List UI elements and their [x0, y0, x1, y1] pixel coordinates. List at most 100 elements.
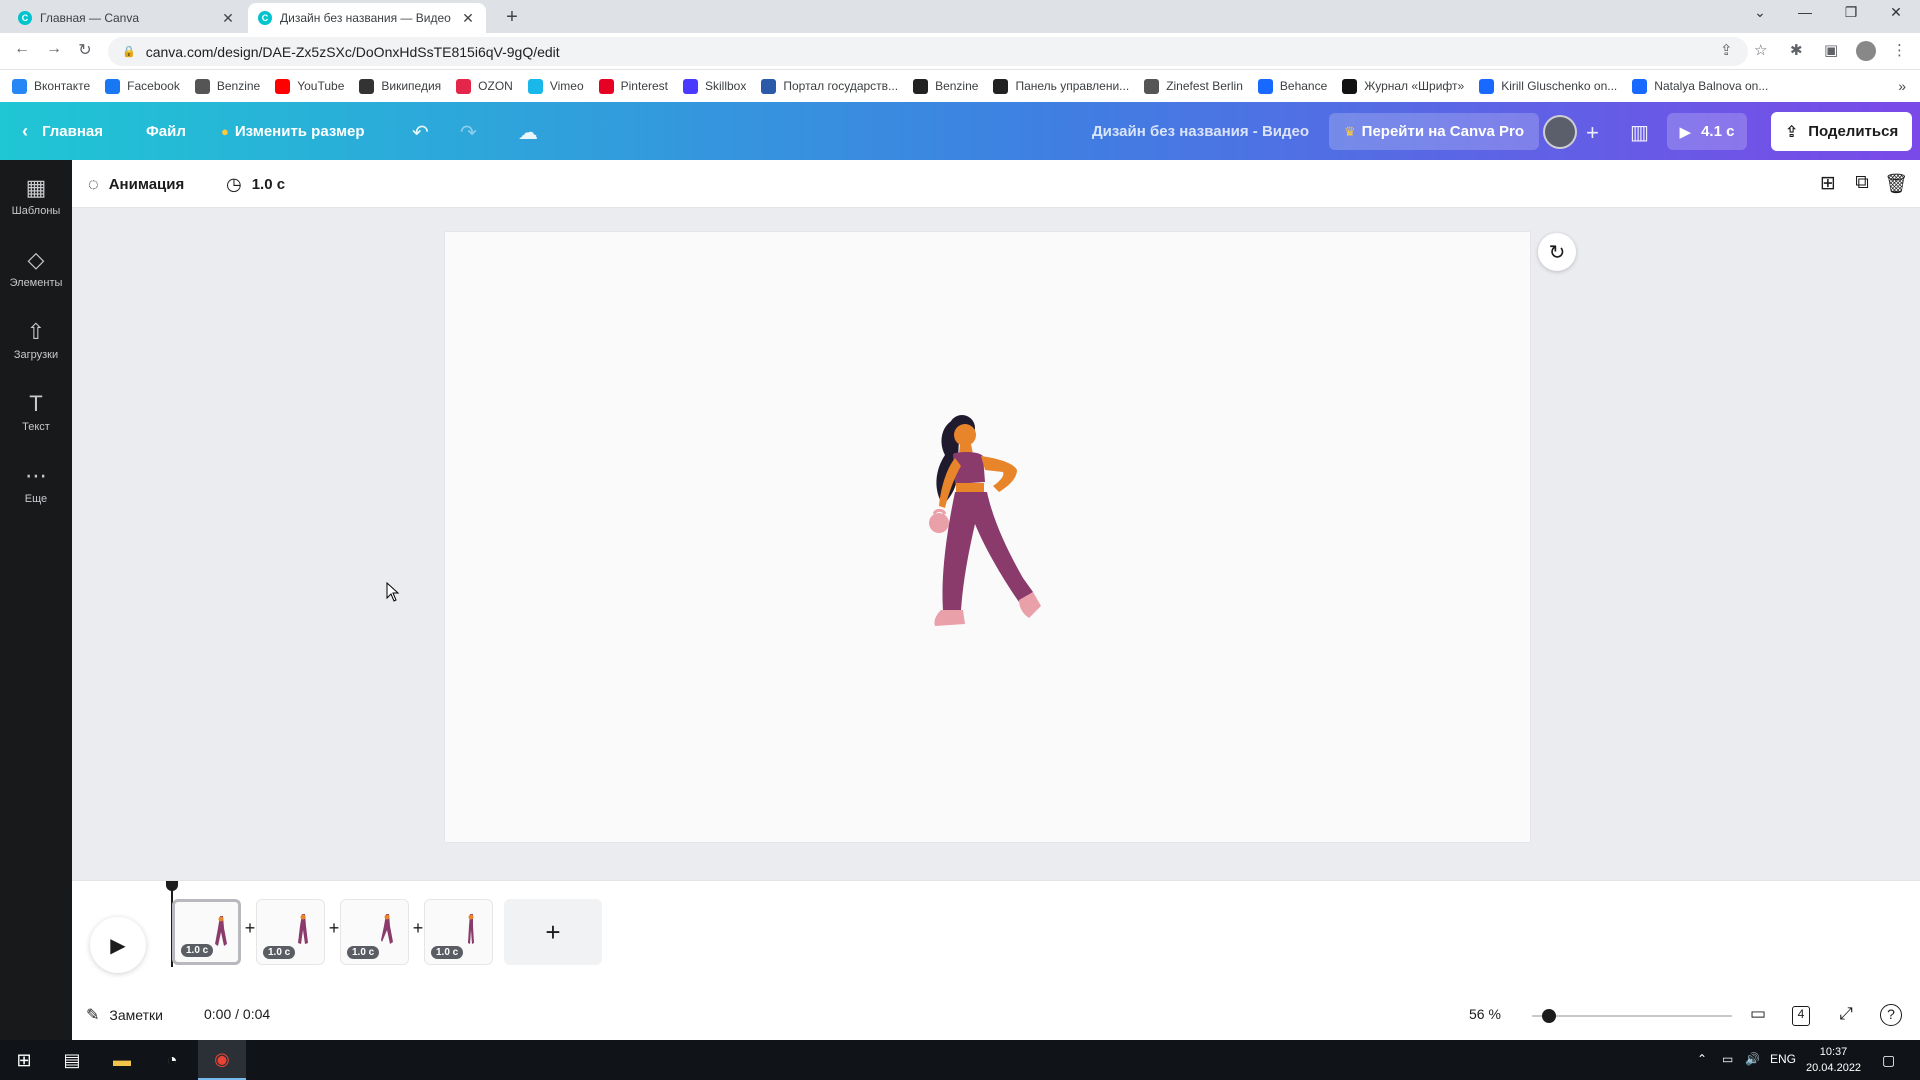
bookmark-star-icon[interactable]: ☆: [1754, 41, 1767, 59]
bookmark-item[interactable]: Журнал «Шрифт»: [1342, 78, 1464, 94]
close-icon[interactable]: ✕: [220, 10, 236, 27]
browser-tabstrip: C Главная — Canva ✕ C Дизайн без названи…: [0, 0, 1920, 33]
bookmark-item[interactable]: Skillbox: [683, 78, 746, 94]
pages-grid-button[interactable]: 4: [1792, 1006, 1810, 1026]
bookmark-item[interactable]: Портал государств...: [761, 78, 899, 94]
minimize-button[interactable]: —: [1785, 4, 1825, 20]
bookmark-item[interactable]: Facebook: [105, 78, 180, 94]
share-button[interactable]: ⇪ Поделиться: [1771, 112, 1912, 151]
back-icon[interactable]: ←: [11, 40, 33, 58]
zoom-slider-handle[interactable]: [1542, 1009, 1556, 1023]
resize-button[interactable]: ● Изменить размер: [221, 102, 365, 160]
timeline-clip-3[interactable]: 1.0 с: [340, 899, 409, 965]
design-title[interactable]: Дизайн без названия - Видео: [1092, 102, 1309, 160]
bookmark-label: Портал государств...: [783, 79, 899, 93]
fullscreen-icon[interactable]: ⤢: [1834, 1004, 1858, 1024]
vk-icon: [12, 78, 27, 94]
bookmark-item[interactable]: Benzine: [194, 78, 260, 94]
notes-button[interactable]: ✎ Заметки: [86, 1005, 163, 1025]
tray-overflow-icon[interactable]: ⌃: [1697, 1052, 1707, 1066]
new-tab-button[interactable]: +: [500, 6, 524, 29]
bookmark-item[interactable]: Википедия: [359, 78, 441, 94]
bookmark-item[interactable]: Панель управлени...: [993, 78, 1130, 94]
refresh-icon[interactable]: ↻: [1538, 233, 1576, 271]
windows-start-icon[interactable]: ⊞: [0, 1040, 48, 1080]
browser-profile-avatar[interactable]: [1856, 41, 1876, 61]
forward-icon[interactable]: →: [43, 40, 65, 58]
present-play-button[interactable]: ▶ 4.1 с: [1667, 113, 1747, 150]
timeline-clip-2[interactable]: 1.0 с: [256, 899, 325, 965]
facebook-icon: [105, 78, 121, 94]
reload-icon[interactable]: ↻: [74, 40, 96, 60]
bookmark-item[interactable]: YouTube: [275, 78, 344, 94]
system-clock[interactable]: 10:37 20.04.2022: [1806, 1044, 1861, 1076]
add-collaborator-icon[interactable]: +: [1586, 120, 1599, 146]
file-menu-button[interactable]: Файл: [146, 102, 186, 160]
sidebar-item-label: Элементы: [9, 277, 63, 289]
timeline-clip-1[interactable]: 1.0 с: [172, 899, 241, 965]
bookmark-item[interactable]: Kirill Gluschenko on...: [1479, 78, 1617, 94]
browser-tab-design[interactable]: C Дизайн без названия — Видео ✕: [248, 3, 486, 33]
home-button[interactable]: ‹ Главная: [22, 102, 103, 160]
zoom-percentage[interactable]: 56 %: [1469, 1006, 1501, 1022]
notifications-icon[interactable]: ▢: [1882, 1052, 1895, 1069]
wix-icon: [993, 78, 1009, 94]
extensions-icon[interactable]: ✱: [1790, 41, 1803, 59]
canva-favicon-icon: C: [18, 11, 32, 25]
sidebar-item-elements[interactable]: ◇ Элементы: [0, 232, 72, 304]
task-view-icon[interactable]: ▤: [48, 1040, 96, 1080]
tab-search-icon[interactable]: ⌄: [1740, 4, 1780, 21]
file-explorer-icon[interactable]: ▬: [98, 1040, 146, 1080]
clip-duration-badge: 1.0 с: [263, 946, 296, 959]
browser-menu-icon[interactable]: ⋮: [1892, 41, 1907, 59]
help-icon[interactable]: ?: [1880, 1004, 1902, 1026]
bookmark-item[interactable]: Zinefest Berlin: [1144, 78, 1243, 94]
timeline-play-button[interactable]: ▶: [90, 917, 146, 973]
chrome-icon[interactable]: ◉: [198, 1040, 246, 1080]
cloud-saved-icon[interactable]: ☁: [518, 120, 538, 145]
input-language[interactable]: ENG: [1770, 1052, 1796, 1066]
bookmark-label: Zinefest Berlin: [1166, 79, 1243, 93]
woman-kettlebell-illustration[interactable]: [905, 410, 1065, 670]
app-icon[interactable]: ◔: [148, 1040, 196, 1080]
sidepanel-icon[interactable]: ▣: [1824, 41, 1838, 59]
zoom-slider[interactable]: [1532, 1015, 1732, 1017]
sidebar-item-label: Шаблоны: [11, 205, 61, 217]
close-icon[interactable]: ✕: [460, 10, 476, 27]
undo-icon[interactable]: ↶: [412, 120, 429, 145]
bookmarks-overflow-icon[interactable]: »: [1898, 78, 1906, 94]
canva-pro-button[interactable]: ♛ Перейти на Canva Pro: [1329, 113, 1540, 150]
timeline-clip-4[interactable]: 1.0 с: [424, 899, 493, 965]
bookmark-item[interactable]: Vimeo: [527, 78, 584, 94]
url-field[interactable]: 🔒 canva.com/design/DAE-Zx5zSXc/DoOnxHdSs…: [108, 37, 1748, 66]
bookmark-item[interactable]: OZON: [456, 78, 513, 94]
insights-icon[interactable]: ▥: [1630, 120, 1649, 145]
redo-icon[interactable]: ↷: [460, 120, 477, 145]
volume-icon[interactable]: 🔊: [1745, 1052, 1760, 1066]
close-window-button[interactable]: ✕: [1876, 4, 1916, 21]
sidebar-item-text[interactable]: T Текст: [0, 376, 72, 448]
bookmark-label: Natalya Balnova on...: [1654, 79, 1769, 93]
animation-button[interactable]: ◌ Анимация: [88, 160, 184, 208]
bookmark-item[interactable]: Behance: [1257, 78, 1327, 94]
bookmark-item[interactable]: Вконтакте: [12, 78, 90, 94]
avatar[interactable]: [1543, 115, 1577, 149]
network-icon[interactable]: ▭: [1722, 1052, 1733, 1066]
bookmark-item[interactable]: Benzine: [913, 78, 978, 94]
restore-button[interactable]: ❐: [1831, 4, 1871, 21]
add-page-button[interactable]: +: [504, 899, 602, 965]
duration-button[interactable]: ◷ 1.0 с: [226, 160, 285, 208]
browser-tab-home[interactable]: C Главная — Canva ✕: [8, 3, 246, 33]
duration-label: 1.0 с: [251, 175, 286, 193]
duplicate-page-icon[interactable]: ⧉: [1849, 172, 1875, 194]
share-page-icon[interactable]: ⇪: [1720, 41, 1733, 59]
bookmark-item[interactable]: Pinterest: [598, 78, 668, 94]
sidebar-item-templates[interactable]: ▦ Шаблоны: [0, 160, 72, 232]
bookmark-item[interactable]: Natalya Balnova on...: [1632, 78, 1769, 94]
delete-page-icon[interactable]: 🗑: [1883, 172, 1909, 196]
bookmark-label: Панель управлени...: [1015, 79, 1130, 93]
sidebar-item-uploads[interactable]: ⇧ Загрузки: [0, 304, 72, 376]
sidebar-item-more[interactable]: ⋯ Еще: [0, 448, 72, 520]
timeline-view-icon[interactable]: ▭: [1746, 1004, 1770, 1024]
add-page-icon[interactable]: ⊞: [1815, 172, 1841, 195]
